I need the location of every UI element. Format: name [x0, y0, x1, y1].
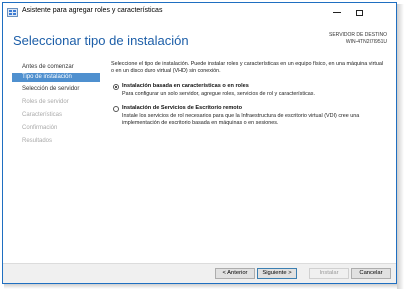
previous-button[interactable]: < Anterior — [215, 268, 255, 279]
nav-item-antes-de-comenzar[interactable]: Antes de comenzar — [12, 63, 100, 72]
wizard-steps-nav: Antes de comenzar Tipo de instalación Se… — [3, 63, 106, 263]
page-title: Seleccionar tipo de instalación — [13, 33, 189, 48]
nav-item-confirmacion: Confirmación — [22, 125, 58, 131]
nav-item-seleccion-de-servidor[interactable]: Selección de servidor — [12, 85, 100, 94]
radio-remote-desktop[interactable] — [113, 106, 119, 112]
cancel-button[interactable]: Cancelar — [351, 268, 391, 279]
window-shadow-right — [397, 4, 404, 289]
window-title: Asistente para agregar roles y caracterí… — [22, 7, 163, 14]
next-button[interactable]: Siguiente > — [257, 268, 297, 279]
nav-item-caracteristicas: Características — [22, 112, 63, 118]
maximize-button[interactable] — [348, 3, 370, 22]
option-remote-desktop-description: Instale los servicios de rol necesarios … — [122, 113, 360, 126]
nav-item-roles-de-servidor: Roles de servidor — [22, 99, 69, 105]
title-bar[interactable]: Asistente para agregar roles y caracterí… — [3, 3, 396, 22]
nav-item-resultados: Resultados — [22, 138, 53, 144]
wizard-header: Seleccionar tipo de instalación SERVIDOR… — [3, 22, 396, 63]
app-icon — [7, 8, 18, 17]
minimize-button[interactable] — [326, 3, 348, 22]
destination-server-name: WIN-4TN2I7I951U — [345, 39, 387, 45]
wizard-content: Antes de comenzar Tipo de instalación Se… — [3, 61, 396, 263]
option-feature-based-label[interactable]: Instalación basada en características o … — [122, 83, 249, 89]
radio-feature-based[interactable] — [113, 84, 119, 90]
nav-item-tipo-de-instalacion[interactable]: Tipo de instalación — [12, 73, 100, 82]
window-shadow-bottom — [4, 284, 397, 289]
footer-separator — [3, 263, 396, 264]
option-feature-based-description: Para configurar un solo servidor, agregu… — [122, 91, 315, 97]
maximize-icon — [355, 9, 363, 16]
close-button[interactable] — [370, 3, 396, 22]
intro-text: Seleccione el tipo de instalación. Puede… — [111, 61, 384, 74]
main-panel: Seleccione el tipo de instalación. Puede… — [111, 61, 391, 263]
minimize-icon — [333, 12, 341, 13]
destination-server-label: SERVIDOR DE DESTINO — [329, 32, 387, 38]
install-button: Instalar — [309, 268, 349, 279]
option-remote-desktop-label[interactable]: Instalación de Servicios de Escritorio r… — [122, 105, 242, 111]
radio-selected-dot — [115, 86, 117, 88]
wizard-window: Asistente para agregar roles y caracterí… — [2, 2, 397, 284]
